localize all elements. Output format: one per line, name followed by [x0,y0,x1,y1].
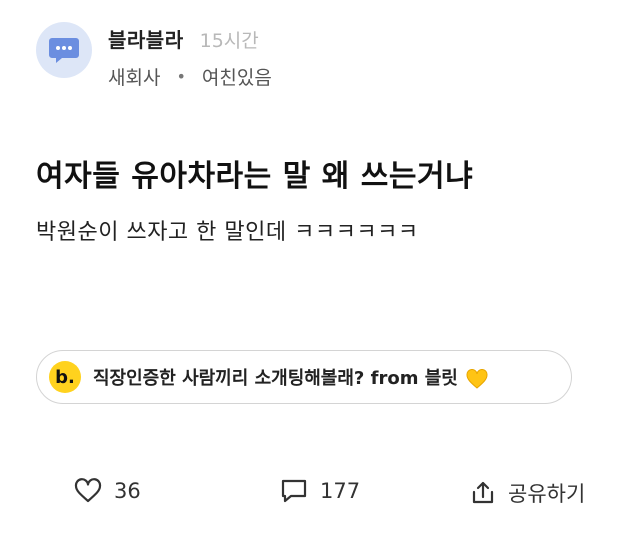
avatar[interactable] [36,22,92,78]
chat-bubble-icon [49,38,79,63]
post-time: 15시간 [199,30,259,52]
comment-button[interactable]: 177 [280,478,360,504]
like-button[interactable]: 36 [74,478,141,504]
comment-icon [281,479,307,503]
like-count: 36 [114,479,141,503]
blind-logo: b. [49,361,81,393]
author-name[interactable]: 블라블라 [108,24,184,53]
yellow-heart-icon [466,369,488,389]
author-company: 새회사 [108,67,161,89]
share-label: 공유하기 [508,482,586,506]
share-icon [472,481,494,504]
heart-icon [74,478,102,503]
post-title: 여자들 유아차라는 말 왜 쓰는거냐 [36,159,474,194]
topic-label[interactable]: 여친있음 [202,63,272,90]
share-button[interactable]: 공유하기 [470,478,585,508]
action-bar: 36 177 공유하기 [0,478,640,518]
separator-dot: • [176,67,186,86]
post-header: 블라블라 15시간 새회사 • 여친있음 [36,22,272,90]
post-body: 박원순이 쓰자고 한 말인데 ㅋㅋㅋㅋㅋㅋ [36,220,419,245]
comment-count: 177 [320,479,361,503]
banner-text: 직장인증한 사람끼리 소개팅해볼래? from 블릿 [93,368,458,389]
promo-banner[interactable]: b. 직장인증한 사람끼리 소개팅해볼래? from 블릿 [36,350,572,404]
